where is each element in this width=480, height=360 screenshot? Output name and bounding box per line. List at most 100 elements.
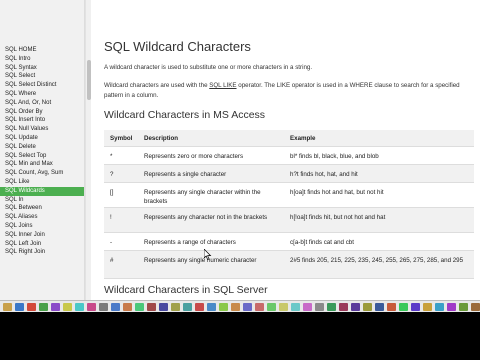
sidebar-item[interactable]: SQL Update [0,134,84,143]
cell-symbol: # [110,257,114,264]
paragraph-text: Wildcard characters are used with the [104,82,210,89]
sidebar-item-active[interactable]: SQL Wildcards [0,186,84,196]
cursor-arrow-icon [203,248,212,260]
sidebar-item[interactable]: SQL Aliases [0,213,84,222]
table-row: - Represents a range of characters c[a-b… [104,233,474,251]
table-row: # Represents any single numeric characte… [104,251,474,279]
sidebar-item[interactable]: SQL Right Join [0,248,84,257]
sidebar-item[interactable]: SQL Select [0,72,84,81]
taskbar-app-icon[interactable] [459,303,468,311]
taskbar-app-icon[interactable] [399,303,408,311]
header-description: Description [144,135,179,142]
cell-description: Represents any character not in the brac… [144,214,268,221]
cell-example: bl* finds bl, black, blue, and blob [290,153,379,160]
sidebar-scrollbar[interactable] [85,0,91,300]
intro-paragraph: A wildcard character is used to substitu… [104,64,313,71]
sidebar-item[interactable]: SQL Intro [0,55,84,64]
taskbar-app-icon[interactable] [279,303,288,311]
sidebar-list: SQL HOME SQL Intro SQL Syntax SQL Select… [0,46,84,257]
taskbar-app-icon[interactable] [51,303,60,311]
taskbar-app-icon[interactable] [303,303,312,311]
cell-example: h[!oa]t finds hit, but not hot and hat [290,214,386,221]
taskbar-app-icon[interactable] [87,303,96,311]
taskbar-app-icon[interactable] [387,303,396,311]
table-row: [] Represents any single character withi… [104,183,474,208]
taskbar-app-icon[interactable] [291,303,300,311]
cell-description: Represents a single character [144,171,227,178]
section-heading-ms-access: Wildcard Characters in MS Access [104,109,266,121]
taskbar-app-icon[interactable] [327,303,336,311]
sidebar-item[interactable]: SQL Where [0,90,84,99]
cell-example: h[oa]t finds hot and hat, but not hit [290,189,384,196]
cell-description: Represents zero or more characters [144,153,244,160]
taskbar-app-icon[interactable] [375,303,384,311]
taskbar-strip [0,300,480,312]
header-example: Example [290,135,316,142]
sidebar-item[interactable]: SQL Order By [0,108,84,117]
taskbar-app-icon[interactable] [147,303,156,311]
taskbar-app-icon[interactable] [447,303,456,311]
taskbar-app-icon[interactable] [195,303,204,311]
cell-symbol: ? [110,171,114,178]
cell-description: Represents a range of characters [144,239,236,246]
taskbar-app-icon[interactable] [411,303,420,311]
taskbar-app-icon[interactable] [351,303,360,311]
taskbar-app-icon[interactable] [3,303,12,311]
taskbar-app-icon[interactable] [75,303,84,311]
taskbar-app-icon[interactable] [171,303,180,311]
sidebar-item[interactable]: SQL Joins [0,222,84,231]
cell-symbol: ! [110,214,112,221]
sidebar-item[interactable]: SQL Inner Join [0,231,84,240]
taskbar-app-icon[interactable] [219,303,228,311]
sidebar-item[interactable]: SQL HOME [0,46,84,55]
cell-example: c[a-b]t finds cat and cbt [290,239,354,246]
taskbar-app-icon[interactable] [39,303,48,311]
taskbar-app-icon[interactable] [183,303,192,311]
taskbar-app-icon[interactable] [99,303,108,311]
taskbar-app-icon[interactable] [339,303,348,311]
sidebar-item[interactable]: SQL In [0,196,84,205]
taskbar-app-icon[interactable] [111,303,120,311]
taskbar-app-icon[interactable] [267,303,276,311]
sidebar-item[interactable]: SQL Syntax [0,64,84,73]
sql-like-link[interactable]: SQL LIKE [209,82,236,89]
taskbar-app-icon[interactable] [15,303,24,311]
sidebar-item[interactable]: SQL Select Top [0,152,84,161]
cell-description: Represents any single numeric character [144,257,257,264]
sidebar-item[interactable]: SQL Left Join [0,240,84,249]
sidebar-item[interactable]: SQL Select Distinct [0,81,84,90]
scrollbar-thumb[interactable] [87,60,91,100]
taskbar-app-icon[interactable] [423,303,432,311]
sidebar-item[interactable]: SQL Null Values [0,125,84,134]
wildcard-table: Symbol Description Example * Represents … [104,130,474,279]
taskbar [0,300,480,360]
cell-symbol: * [110,153,113,160]
taskbar-app-icon[interactable] [471,303,480,311]
taskbar-app-icon[interactable] [435,303,444,311]
sidebar-item[interactable]: SQL Count, Avg, Sum [0,169,84,178]
taskbar-app-icon[interactable] [63,303,72,311]
taskbar-app-icon[interactable] [207,303,216,311]
sidebar-item[interactable]: SQL Between [0,204,84,213]
taskbar-app-icon[interactable] [231,303,240,311]
sidebar-item[interactable]: SQL Delete [0,143,84,152]
taskbar-app-icon[interactable] [255,303,264,311]
sidebar-item[interactable]: SQL Min and Max [0,160,84,169]
taskbar-app-icon[interactable] [159,303,168,311]
header-symbol: Symbol [110,135,133,142]
taskbar-app-icon[interactable] [363,303,372,311]
sidebar-item[interactable]: SQL And, Or, Not [0,99,84,108]
table-row: * Represents zero or more characters bl*… [104,147,474,165]
cell-example: 2#5 finds 205, 215, 225, 235, 245, 255, … [290,257,464,264]
taskbar-app-icon[interactable] [135,303,144,311]
cell-example: h?t finds hot, hat, and hit [290,171,358,178]
sidebar-item[interactable]: SQL Insert Into [0,116,84,125]
taskbar-app-icon[interactable] [315,303,324,311]
section-heading-sql-server: Wildcard Characters in SQL Server [104,284,268,296]
taskbar-app-icon[interactable] [243,303,252,311]
sidebar-item[interactable]: SQL Like [0,178,84,187]
cell-symbol: [] [110,189,114,196]
cell-description: Represents any single character within t… [144,189,261,205]
taskbar-app-icon[interactable] [123,303,132,311]
taskbar-app-icon[interactable] [27,303,36,311]
